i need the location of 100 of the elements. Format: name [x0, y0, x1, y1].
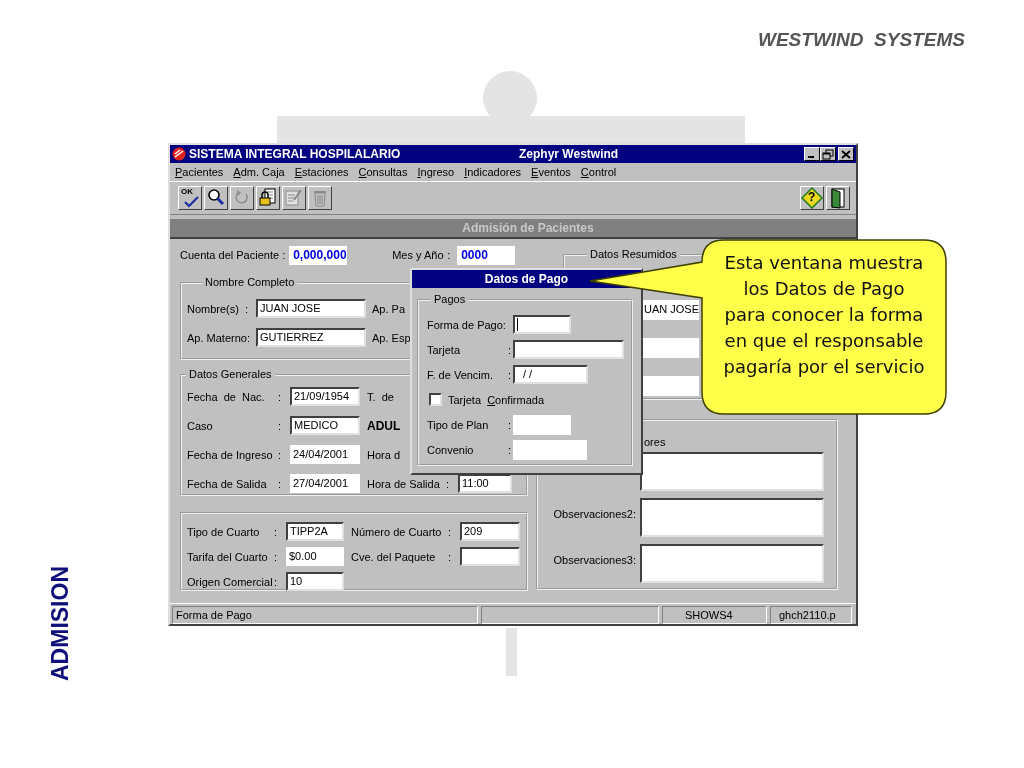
- text-area[interactable]: [640, 452, 824, 491]
- field-label: Nombre(s): [187, 302, 239, 315]
- status-panel: ghch2110.p: [770, 606, 852, 624]
- text-area[interactable]: [640, 544, 824, 583]
- text-field[interactable]: JUAN JOSE: [256, 299, 366, 318]
- label-separator: :: [507, 443, 512, 456]
- menu-item[interactable]: Estaciones: [293, 166, 350, 178]
- menu-item[interactable]: Ingreso: [416, 166, 456, 178]
- close-icon: [839, 147, 853, 161]
- field-label: Origen Comercial: [187, 575, 273, 588]
- text-field[interactable]: 0,000,000: [289, 245, 348, 265]
- close-button[interactable]: [838, 147, 854, 161]
- text-field[interactable]: [641, 376, 699, 396]
- field-label: ores: [644, 436, 667, 450]
- status-panel: SHOWS4: [662, 606, 767, 624]
- text-field[interactable]: $0.00: [286, 547, 344, 566]
- field-label: Tipo de Plan: [427, 418, 489, 431]
- callout-text: Esta ventana muestra los Datos de Pago para conocer la forma en que el responsable pagaría por el servicio: [722, 251, 926, 379]
- label-separator: :: [273, 550, 278, 563]
- text-field[interactable]: [513, 315, 571, 334]
- field-label: Caso: [187, 419, 213, 432]
- restore-icon: [821, 147, 835, 161]
- label-separator: :: [507, 343, 512, 356]
- label-separator: :: [507, 368, 512, 381]
- field-label: Número de Cuarto: [351, 525, 442, 538]
- label-separator: :: [273, 525, 278, 538]
- lock-button[interactable]: [256, 186, 280, 210]
- text-field[interactable]: 209: [460, 522, 520, 541]
- menu-item[interactable]: Eventos: [530, 166, 572, 178]
- field-label: Tipo de Cuarto: [187, 525, 260, 538]
- text-field[interactable]: 21/09/1954: [290, 387, 360, 406]
- field-label: ADUL: [367, 418, 401, 433]
- text-field[interactable]: / /: [513, 365, 588, 384]
- label-separator: :: [244, 302, 249, 315]
- search-button[interactable]: [204, 186, 228, 210]
- label-separator: :: [507, 418, 512, 431]
- text-field[interactable]: 0000: [457, 245, 516, 265]
- text-field[interactable]: 24/04/2001: [290, 445, 360, 464]
- field-label: Fecha de Salida: [187, 477, 267, 490]
- text-field[interactable]: UAN JOSE: [641, 300, 699, 320]
- text-field[interactable]: [513, 340, 624, 359]
- field-label: Observaciones2:: [552, 507, 636, 520]
- field-label: Fecha de Nac.: [187, 390, 265, 403]
- field-label: Ap. Pa: [372, 302, 406, 315]
- field-label: Hora d: [367, 448, 401, 461]
- group-label: Pagos: [431, 293, 469, 305]
- field-label: Cuenta del Paciente :: [180, 249, 286, 261]
- text-field[interactable]: TIPP2A: [286, 522, 344, 541]
- label-separator: :: [277, 419, 282, 432]
- side-label: ADMISION: [47, 566, 74, 681]
- group-label: Nombre Completo: [202, 276, 298, 288]
- minimize-icon: [808, 156, 814, 158]
- field-label: Ap. Materno:: [187, 331, 250, 344]
- checkbox[interactable]: [429, 393, 442, 406]
- help-button[interactable]: ?: [800, 186, 824, 210]
- menu-item[interactable]: Control: [579, 166, 618, 178]
- text-field[interactable]: [513, 439, 587, 460]
- text-field[interactable]: [641, 338, 699, 358]
- text-field[interactable]: GUTIERREZ: [256, 328, 366, 347]
- text-field[interactable]: 10: [286, 572, 344, 591]
- field-label: Observaciones3:: [552, 553, 636, 566]
- text-field[interactable]: MEDICO: [290, 416, 360, 435]
- diamond-icon: [801, 187, 823, 209]
- field-label: Hora de Salida: [367, 477, 440, 490]
- text-field[interactable]: 27/04/2001: [290, 474, 360, 493]
- field-label: Convenio: [427, 443, 474, 456]
- field-label: Cve. del Paquete: [351, 550, 436, 563]
- menu-item[interactable]: Indicadores: [463, 166, 523, 178]
- field-label: Fecha de Ingreso: [187, 448, 273, 461]
- label-separator: :: [277, 390, 282, 403]
- label-separator: :: [447, 249, 452, 261]
- menu-item[interactable]: Pacientes: [174, 166, 225, 178]
- menu-item[interactable]: Adm. Caja: [232, 166, 286, 178]
- label-separator: :: [447, 525, 452, 538]
- window-subtitle: Zephyr Westwind: [519, 147, 619, 161]
- text-field[interactable]: [513, 414, 571, 435]
- restore-button[interactable]: [820, 147, 836, 161]
- menu-item[interactable]: Consultas: [357, 166, 409, 178]
- field-label: Tarjeta: [427, 343, 461, 356]
- exit-button[interactable]: [826, 186, 850, 210]
- label-separator: :: [447, 550, 452, 563]
- checkmark-icon: [184, 196, 199, 208]
- text-area[interactable]: [640, 498, 824, 537]
- ok-button[interactable]: OK: [178, 186, 202, 210]
- minimize-button[interactable]: [804, 147, 820, 161]
- field-label: Forma de Pago:: [427, 318, 506, 331]
- field-label: Ap. Esp: [372, 331, 411, 344]
- label-separator: :: [445, 477, 450, 490]
- group-label: Datos Generales: [186, 368, 275, 380]
- checkbox-label[interactable]: Tarjeta Confirmada: [448, 393, 544, 406]
- window-title: SISTEMA INTEGRAL HOSPILALARIO: [189, 147, 402, 161]
- section-title: Admisión de Pacientes: [170, 219, 856, 239]
- field-label: Mes y Año: [392, 249, 444, 261]
- notepad-icon: [283, 187, 305, 209]
- label-separator: :: [277, 477, 282, 490]
- field-label: T. de: [367, 390, 394, 403]
- label-separator: :: [273, 575, 278, 588]
- label-separator: :: [277, 448, 282, 461]
- text-field[interactable]: [460, 547, 520, 566]
- field-label: Tarifa del Cuarto: [187, 550, 268, 563]
